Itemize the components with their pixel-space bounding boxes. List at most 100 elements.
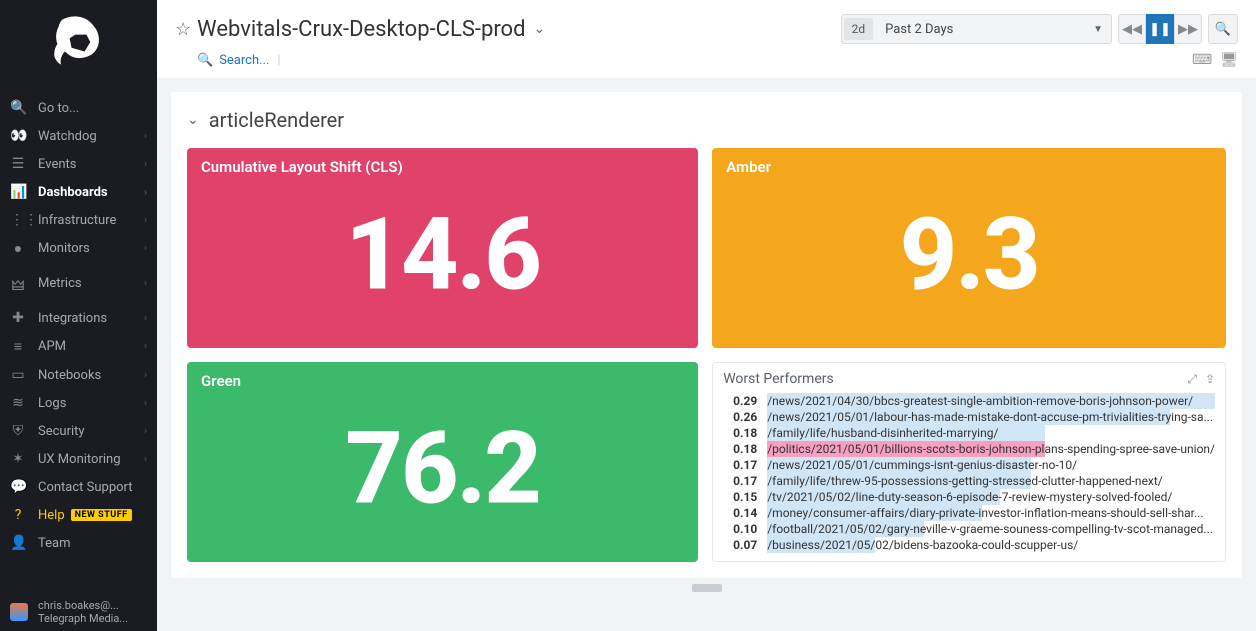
chevron-right-icon: › xyxy=(144,370,147,381)
nav-list: 🔍Go to...👀Watchdog›☰Events›📊Dashboards›⋮… xyxy=(0,94,157,593)
worst-value: 0.17 xyxy=(723,457,757,473)
team-icon: 👤 xyxy=(10,535,26,551)
worst-path: /football/2021/05/02/gary-neville-v-grae… xyxy=(767,521,1215,537)
section-header: ⌄ articleRenderer xyxy=(187,108,1226,132)
sidebar-item-infrastructure[interactable]: ⋮⋮Infrastructure› xyxy=(0,206,157,234)
sidebar-item-ux-monitoring[interactable]: ✶UX Monitoring› xyxy=(0,445,157,473)
content: ⌄ articleRenderer Cumulative Layout Shif… xyxy=(157,78,1256,631)
fullscreen-icon[interactable]: 🖥 xyxy=(1220,52,1238,68)
chevron-right-icon: › xyxy=(144,131,147,142)
worst-row[interactable]: 0.15/tv/2021/05/02/line-duty-season-6-ep… xyxy=(723,489,1215,505)
title-dropdown-icon[interactable]: ⌄ xyxy=(534,21,546,37)
worst-row[interactable]: 0.18/family/life/husband-disinherited-ma… xyxy=(723,425,1215,441)
logo[interactable] xyxy=(0,0,157,94)
chevron-right-icon: › xyxy=(144,243,147,254)
chevron-right-icon: › xyxy=(144,215,147,226)
sidebar-item-integrations[interactable]: ✚Integrations› xyxy=(0,304,157,332)
tile-value: 14.6 xyxy=(345,197,540,314)
worst-value: 0.26 xyxy=(723,409,757,425)
searchbar: 🔍 Search... | ⌨ 🖥 xyxy=(157,48,1256,78)
chevron-right-icon: › xyxy=(144,278,147,289)
sidebar-item-label: Help xyxy=(38,508,65,523)
worst-row[interactable]: 0.17/family/life/threw-95-possessions-ge… xyxy=(723,473,1215,489)
shield-icon: ⛨ xyxy=(10,423,26,439)
chevron-right-icon: › xyxy=(144,187,147,198)
search-icon: 🔍 xyxy=(197,53,213,68)
sidebar-item-security[interactable]: ⛨Security› xyxy=(0,417,157,445)
sidebar-item-help[interactable]: ?HelpNEW STUFF xyxy=(0,501,157,529)
gauge-icon: 🜲 xyxy=(10,269,26,298)
chevron-right-icon: › xyxy=(144,313,147,324)
sidebar-item-label: Notebooks xyxy=(38,368,101,383)
worst-path: /news/2021/05/01/cummings-isnt-genius-di… xyxy=(767,457,1215,473)
user-block[interactable]: chris.boakes@... Telegraph Media... xyxy=(0,593,157,631)
tile-green[interactable]: Green 76.2 xyxy=(187,362,698,562)
time-range-picker[interactable]: 2d Past 2 Days ▼ xyxy=(841,14,1112,44)
sidebar-item-label: Team xyxy=(38,536,71,551)
worst-value: 0.10 xyxy=(723,521,757,537)
sidebar-item-label: Security xyxy=(38,424,85,439)
worst-row[interactable]: 0.17/news/2021/05/01/cummings-isnt-geniu… xyxy=(723,457,1215,473)
topbar: ☆ Webvitals-Crux-Desktop-CLS-prod ⌄ 2d P… xyxy=(157,0,1256,48)
chevron-down-icon[interactable]: ⌄ xyxy=(187,112,199,128)
worst-path: /tv/2021/05/02/line-duty-season-6-episod… xyxy=(767,489,1215,505)
logs-icon: ≋ xyxy=(10,395,26,411)
sidebar-item-watchdog[interactable]: 👀Watchdog› xyxy=(0,122,157,150)
worst-value: 0.29 xyxy=(723,393,757,409)
sidebar-item-label: Logs xyxy=(38,396,66,411)
sidebar-item-label: Infrastructure xyxy=(38,213,116,228)
search-input[interactable]: Search... xyxy=(219,53,269,68)
tile-value: 76.2 xyxy=(345,411,540,528)
apm-icon: ≡ xyxy=(10,338,26,355)
forward-button[interactable]: ▶▶ xyxy=(1174,14,1202,44)
worst-row[interactable]: 0.14/money/consumer-affairs/diary-privat… xyxy=(723,505,1215,521)
pause-button[interactable]: ❚❚ xyxy=(1146,14,1174,44)
time-dropdown-icon: ▼ xyxy=(1085,24,1111,35)
drag-handle[interactable] xyxy=(171,584,1242,594)
binoculars-icon: 👀 xyxy=(10,128,26,144)
worst-value: 0.17 xyxy=(723,473,757,489)
worst-path: /family/life/husband-disinherited-marryi… xyxy=(767,425,1215,441)
expand-icon[interactable]: ⤢ xyxy=(1187,372,1197,387)
worst-path: /politics/2021/05/01/billions-scots-bori… xyxy=(767,441,1215,457)
tile-cls[interactable]: Cumulative Layout Shift (CLS) 14.6 xyxy=(187,148,698,348)
worst-row[interactable]: 0.26/news/2021/05/01/labour-has-made-mis… xyxy=(723,409,1215,425)
sidebar: 🔍Go to...👀Watchdog›☰Events›📊Dashboards›⋮… xyxy=(0,0,157,631)
sidebar-item-events[interactable]: ☰Events› xyxy=(0,150,157,178)
worst-value: 0.07 xyxy=(723,537,757,553)
sidebar-item-label: Go to... xyxy=(38,101,79,116)
tile-label: Amber xyxy=(726,158,1212,176)
sidebar-item-logs[interactable]: ≋Logs› xyxy=(0,389,157,417)
chevron-right-icon: › xyxy=(144,341,147,352)
tile-value: 9.3 xyxy=(900,197,1039,314)
tile-amber[interactable]: Amber 9.3 xyxy=(712,148,1226,348)
list-icon: ☰ xyxy=(10,156,26,172)
worst-row[interactable]: 0.29/news/2021/04/30/bbcs-greatest-singl… xyxy=(723,393,1215,409)
avatar xyxy=(10,603,28,621)
sidebar-item-team[interactable]: 👤 Team xyxy=(0,529,157,557)
sidebar-item-dashboards[interactable]: 📊Dashboards› xyxy=(0,178,157,206)
sidebar-item-notebooks[interactable]: ▭Notebooks› xyxy=(0,361,157,389)
keyboard-icon[interactable]: ⌨ xyxy=(1192,52,1212,68)
worst-row[interactable]: 0.07/business/2021/05/02/bidens-bazooka-… xyxy=(723,537,1215,553)
sidebar-item-go-to-[interactable]: 🔍 Go to... xyxy=(0,94,157,122)
time-label: Past 2 Days xyxy=(875,22,1085,37)
worst-value: 0.18 xyxy=(723,441,757,457)
section-title: articleRenderer xyxy=(209,108,344,132)
rewind-button[interactable]: ◀◀ xyxy=(1118,14,1146,44)
panel: ⌄ articleRenderer Cumulative Layout Shif… xyxy=(171,92,1242,578)
new-badge: NEW STUFF xyxy=(71,509,132,521)
search-button[interactable]: 🔍 xyxy=(1208,14,1238,44)
alert-icon: ● xyxy=(10,240,26,257)
chat-icon: 💬 xyxy=(10,479,26,495)
search-icon: 🔍 xyxy=(10,100,26,116)
sidebar-item-metrics[interactable]: 🜲Metrics› xyxy=(0,263,157,304)
play-controls: ◀◀ ❚❚ ▶▶ xyxy=(1118,14,1202,44)
sidebar-item-apm[interactable]: ≡APM› xyxy=(0,332,157,361)
sidebar-item-monitors[interactable]: ●Monitors› xyxy=(0,234,157,263)
worst-row[interactable]: 0.18/politics/2021/05/01/billions-scots-… xyxy=(723,441,1215,457)
sidebar-item-contact-support[interactable]: 💬Contact Support xyxy=(0,473,157,501)
export-icon[interactable]: ⇪ xyxy=(1205,372,1215,387)
star-icon[interactable]: ☆ xyxy=(175,19,191,40)
worst-row[interactable]: 0.10/football/2021/05/02/gary-neville-v-… xyxy=(723,521,1215,537)
